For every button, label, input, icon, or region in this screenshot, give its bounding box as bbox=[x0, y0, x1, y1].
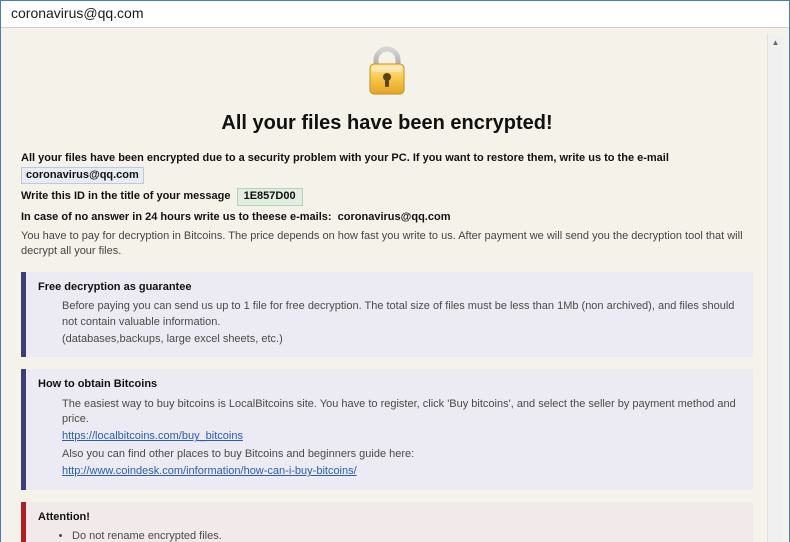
intro-line3: In case of no answer in 24 hours write u… bbox=[21, 211, 332, 223]
intro-line4: You have to pay for decryption in Bitcoi… bbox=[21, 229, 753, 260]
intro-line2: Write this ID in the title of your messa… bbox=[21, 190, 230, 202]
vertical-scrollbar[interactable]: ▲ ▼ bbox=[767, 34, 783, 542]
panel-bitcoins-title: How to obtain Bitcoins bbox=[38, 377, 741, 392]
lock-icon bbox=[362, 44, 412, 103]
list-item: Do not rename encrypted files. bbox=[72, 529, 741, 542]
window-title: coronavirus@qq.com bbox=[11, 5, 144, 21]
scroll-up-button[interactable]: ▲ bbox=[768, 34, 783, 50]
contact-email-secondary: coronavirus@qq.com bbox=[338, 211, 451, 223]
scroll-track[interactable] bbox=[768, 50, 783, 542]
link-coindesk[interactable]: http://www.coindesk.com/information/how-… bbox=[62, 465, 357, 477]
panel-guarantee-body2: (databases,backups, large excel sheets, … bbox=[62, 332, 741, 347]
content-area: All your files have been encrypted! All … bbox=[1, 28, 789, 542]
victim-id: 1E857D00 bbox=[237, 188, 303, 205]
chevron-up-icon: ▲ bbox=[772, 38, 780, 47]
contact-email-primary: coronavirus@qq.com bbox=[21, 167, 144, 184]
panel-guarantee-title: Free decryption as guarantee bbox=[38, 280, 741, 295]
attention-list: Do not rename encrypted files. Do not tr… bbox=[38, 529, 741, 542]
lock-icon-wrap bbox=[21, 44, 753, 103]
panel-attention-title: Attention! bbox=[38, 510, 741, 525]
main-heading: All your files have been encrypted! bbox=[21, 109, 753, 137]
window-titlebar: coronavirus@qq.com bbox=[1, 1, 789, 28]
panel-bitcoins-body1: The easiest way to buy bitcoins is Local… bbox=[62, 397, 741, 428]
panel-guarantee-body1: Before paying you can send us up to 1 fi… bbox=[62, 299, 741, 330]
intro-block: All your files have been encrypted due t… bbox=[21, 151, 753, 259]
panel-bitcoins-body2: Also you can find other places to buy Bi… bbox=[62, 447, 741, 462]
intro-line1: All your files have been encrypted due t… bbox=[21, 152, 669, 164]
link-localbitcoins[interactable]: https://localbitcoins.com/buy_bitcoins bbox=[62, 430, 243, 442]
panel-bitcoins: How to obtain Bitcoins The easiest way t… bbox=[21, 369, 753, 489]
panel-guarantee: Free decryption as guarantee Before payi… bbox=[21, 272, 753, 358]
ransom-note-body: All your files have been encrypted! All … bbox=[7, 34, 767, 542]
panel-attention: Attention! Do not rename encrypted files… bbox=[21, 502, 753, 542]
